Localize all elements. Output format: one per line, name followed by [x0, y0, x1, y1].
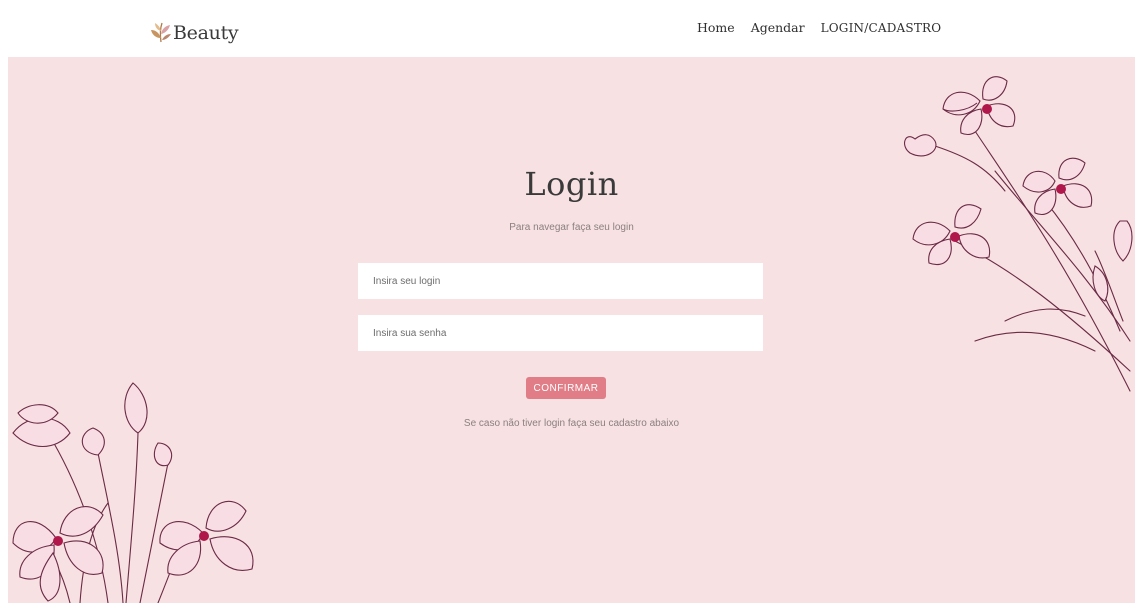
main-nav: Home Agendar LOGIN/CADASTRO — [697, 20, 957, 35]
nav-agendar[interactable]: Agendar — [751, 20, 805, 35]
brand-name: Beauty — [173, 22, 239, 44]
login-section: Login Para navegar faça seu login CONFIR… — [8, 57, 1135, 603]
top-navbar: Beauty Home Agendar LOGIN/CADASTRO — [0, 0, 1135, 57]
flower-bouquet-icon — [12, 382, 254, 603]
password-input[interactable] — [358, 315, 763, 351]
leaf-logo-icon — [151, 22, 171, 43]
brand-logo[interactable]: Beauty — [150, 14, 239, 44]
nav-home[interactable]: Home — [697, 20, 735, 35]
login-input[interactable] — [358, 263, 763, 299]
page-subtitle: Para navegar faça seu login — [509, 222, 634, 233]
nav-login-cadastro[interactable]: LOGIN/CADASTRO — [821, 21, 942, 35]
page-title: Login — [524, 165, 619, 203]
flower-bouquet-icon — [904, 76, 1133, 392]
signup-note: Se caso não tiver login faça seu cadastr… — [463, 418, 680, 429]
confirm-button[interactable]: CONFIRMAR — [526, 377, 606, 399]
